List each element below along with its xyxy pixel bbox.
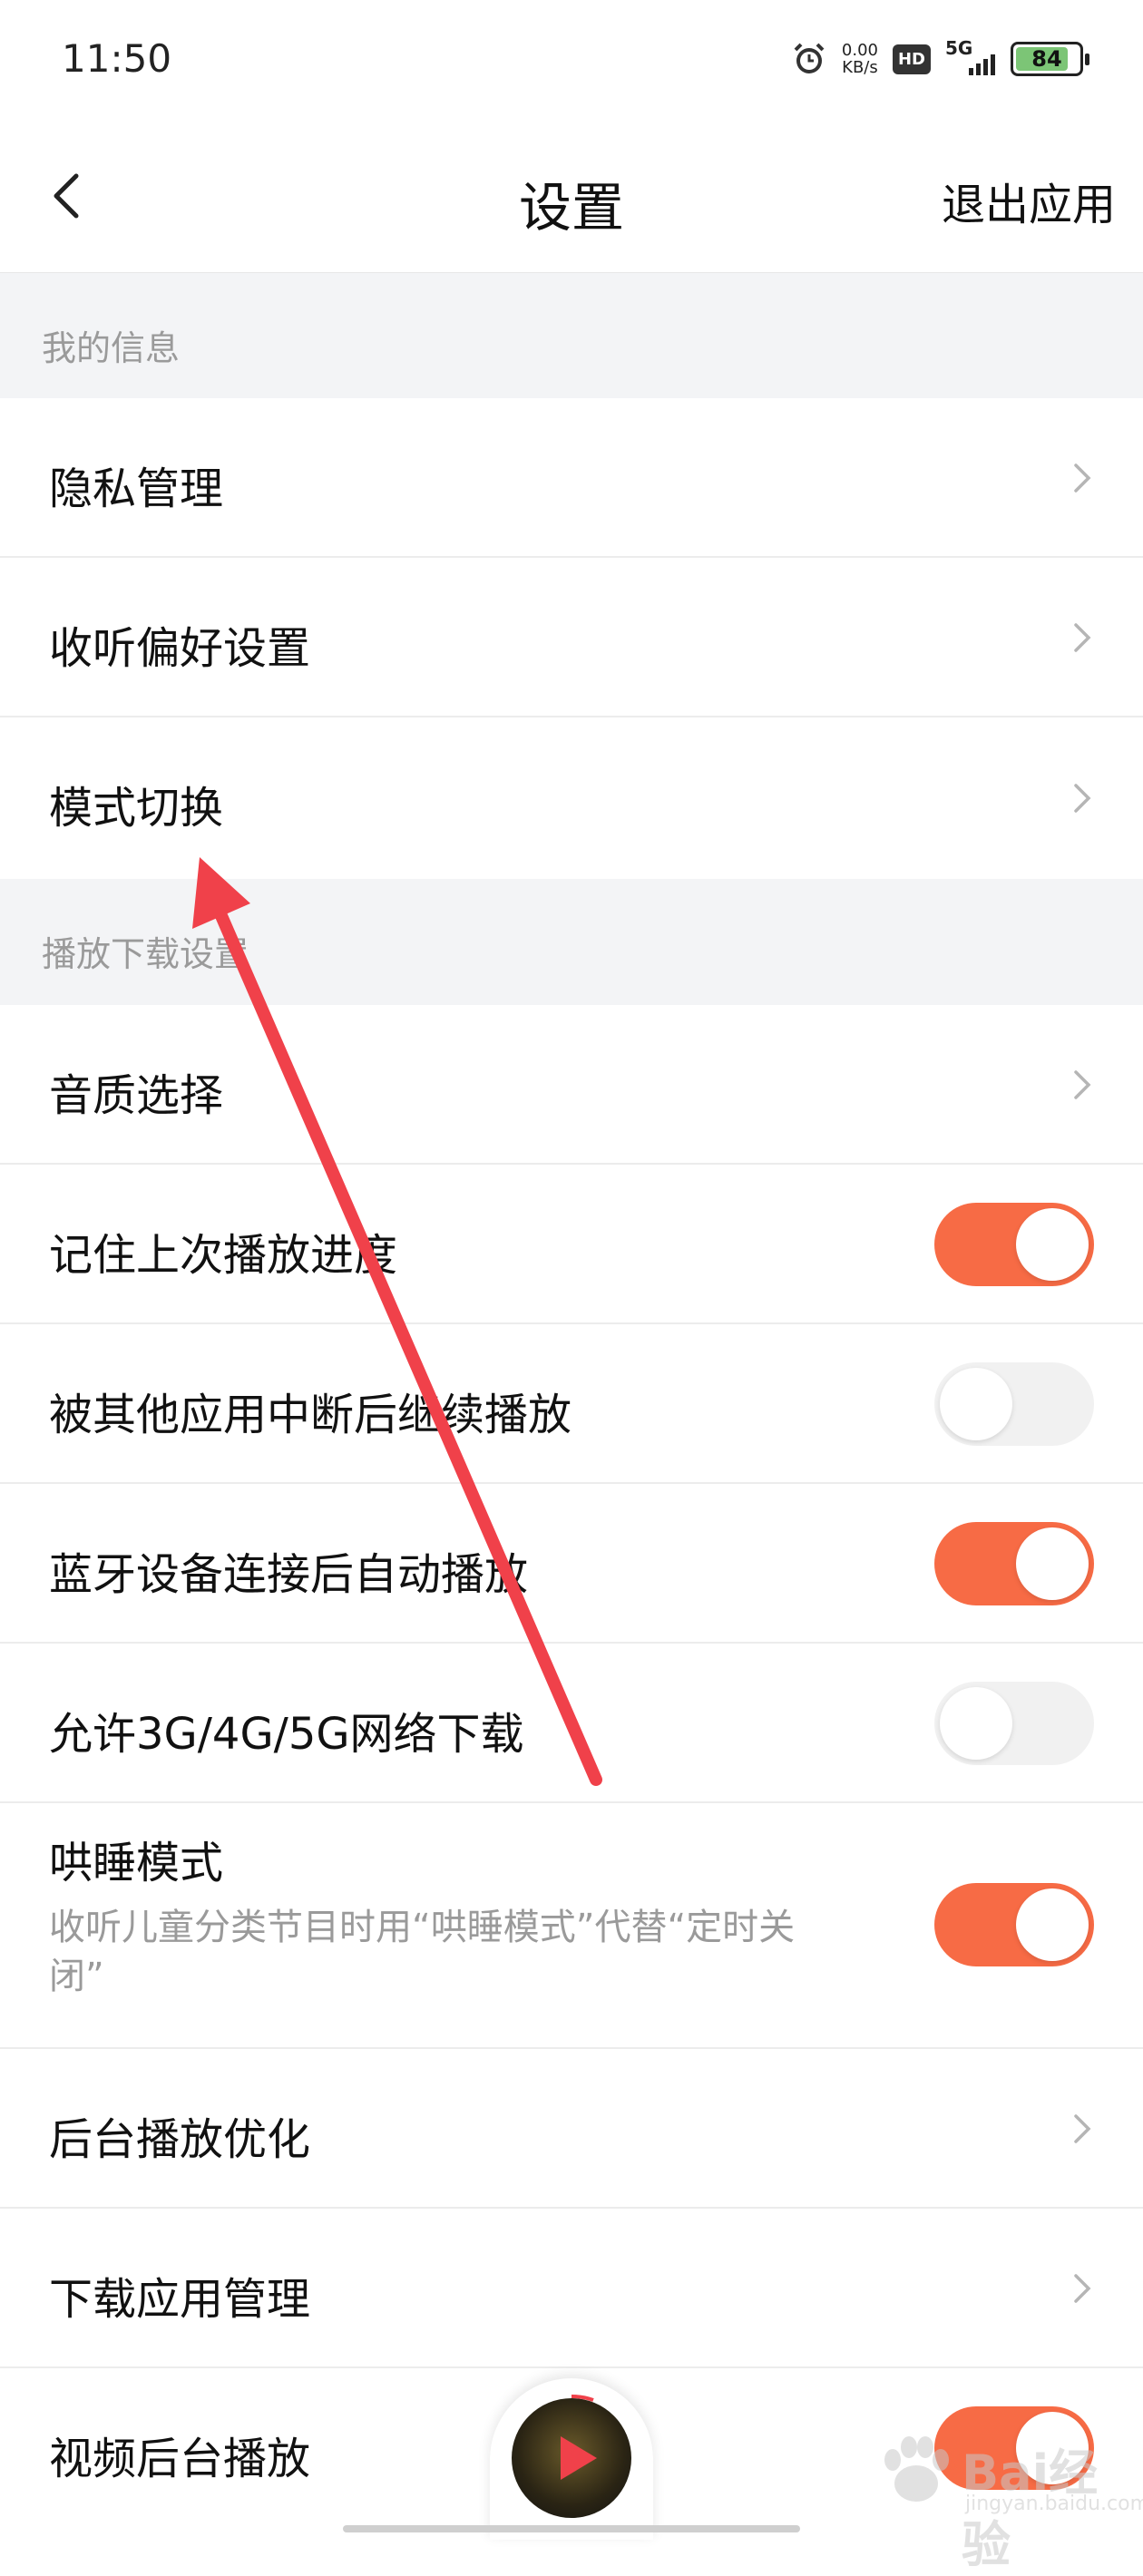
row-download-app-manage[interactable]: 下载应用管理 [0, 2209, 1143, 2368]
hd-badge: HD [892, 44, 931, 74]
remember-progress-toggle[interactable] [934, 1203, 1094, 1286]
baidu-jingyan-watermark: Bai经验 jingyan.baidu.com [871, 2424, 1143, 2573]
bluetooth-autoplay-toggle[interactable] [934, 1522, 1094, 1605]
row-mobile-download: 允许3G/4G/5G网络下载 [0, 1644, 1143, 1803]
chevron-right-icon [1074, 1070, 1091, 1099]
signal-icon: 5G [945, 37, 996, 77]
row-label: 记住上次播放进度 [49, 1230, 398, 1281]
row-listening-pref[interactable]: 收听偏好设置 [0, 558, 1143, 717]
home-indicator[interactable] [343, 2525, 800, 2532]
section-label: 我的信息 [42, 328, 181, 368]
row-label: 哄睡模式 [49, 1838, 224, 1888]
chevron-right-icon [1074, 2114, 1091, 2143]
row-label: 被其他应用中断后继续播放 [49, 1390, 572, 1440]
row-label: 下载应用管理 [49, 2274, 311, 2325]
chevron-right-icon [1074, 623, 1091, 652]
row-background-optimize[interactable]: 后台播放优化 [0, 2049, 1143, 2209]
resume-after-interrupt-toggle[interactable] [934, 1362, 1094, 1446]
signal-bars-icon [969, 54, 995, 75]
chevron-right-icon [1074, 463, 1091, 493]
sleep-mode-toggle[interactable] [934, 1883, 1094, 1966]
row-label: 音质选择 [49, 1070, 224, 1121]
header: 设置 退出应用 [0, 118, 1143, 273]
row-label: 蓝牙设备连接后自动播放 [49, 1549, 529, 1600]
chevron-right-icon [1074, 2274, 1091, 2303]
row-label: 后台播放优化 [49, 2114, 311, 2165]
playback-progress-ring [571, 2394, 594, 2402]
row-label: 隐私管理 [49, 463, 224, 514]
battery-icon: 84 [1011, 42, 1089, 76]
status-icons: 0.00 KB/s HD 5G 84 [791, 37, 1089, 80]
mobile-download-toggle[interactable] [934, 1682, 1094, 1765]
row-description: 收听儿童分类节目时用“哄睡模式”代替“定时关闭” [49, 1907, 796, 1997]
section-header-my-info: 我的信息 [0, 273, 1143, 398]
status-bar: 11:50 0.00 KB/s HD 5G 84 [0, 0, 1143, 118]
exit-app-button[interactable]: 退出应用 [942, 169, 1116, 232]
battery-level: 84 [1031, 46, 1062, 72]
net-speed: 0.00 KB/s [841, 41, 878, 77]
row-privacy[interactable]: 隐私管理 [0, 398, 1143, 558]
section-header-playback-download: 播放下载设置 [0, 879, 1143, 1005]
row-label: 允许3G/4G/5G网络下载 [49, 1709, 524, 1760]
row-label: 模式切换 [49, 783, 224, 834]
row-sleep-mode: 哄睡模式 收听儿童分类节目时用“哄睡模式”代替“定时关闭” [0, 1803, 1143, 2049]
row-remember-progress: 记住上次播放进度 [0, 1165, 1143, 1324]
row-sound-quality[interactable]: 音质选择 [0, 1005, 1143, 1165]
status-time: 11:50 [62, 36, 172, 81]
row-resume-after-interrupt: 被其他应用中断后继续播放 [0, 1324, 1143, 1484]
watermark-url: jingyan.baidu.com [965, 2493, 1143, 2515]
row-mode-switch[interactable]: 模式切换 [0, 717, 1143, 879]
paw-logo-icon [884, 2436, 949, 2502]
row-label: 视频后台播放 [49, 2434, 311, 2484]
mini-player-button[interactable] [490, 2378, 653, 2540]
section-label: 播放下载设置 [42, 934, 249, 974]
row-label: 收听偏好设置 [49, 623, 311, 674]
row-bluetooth-autoplay: 蓝牙设备连接后自动播放 [0, 1484, 1143, 1644]
chevron-right-icon [1074, 784, 1091, 813]
alarm-icon [794, 43, 825, 73]
